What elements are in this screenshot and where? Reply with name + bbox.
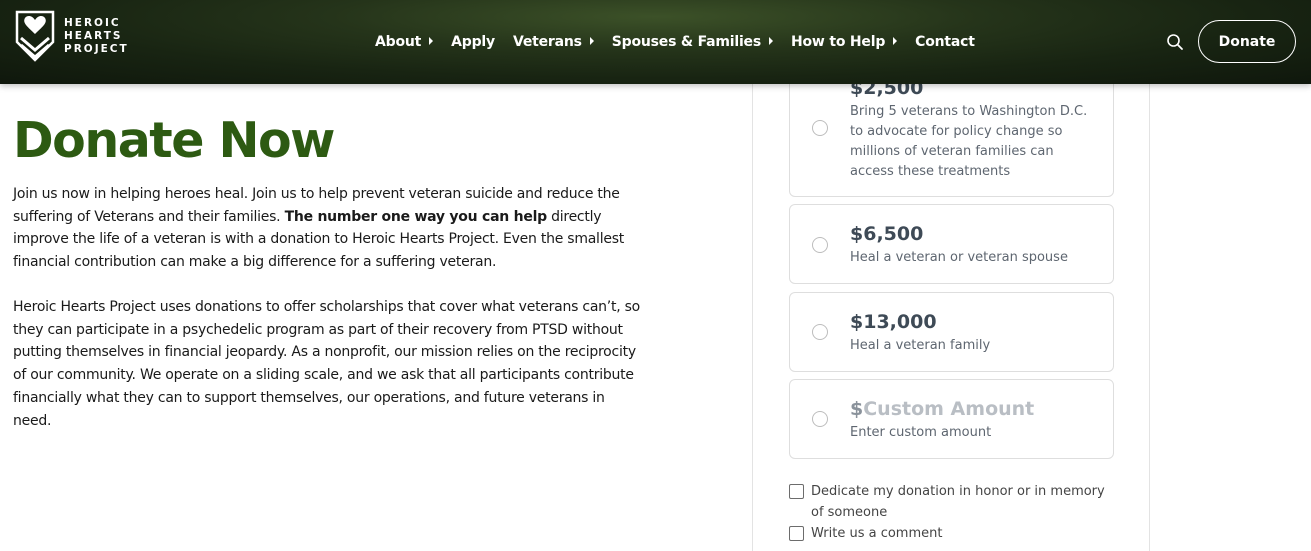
site-header: HEROIC HEARTS PROJECT About Apply Vetera… bbox=[0, 0, 1311, 84]
nav-item-label: Contact bbox=[915, 34, 975, 50]
heart-shield-logo-icon bbox=[15, 10, 55, 62]
nav-item-label: Apply bbox=[451, 34, 495, 50]
option-description: Bring 5 veterans to Washington D.C. to a… bbox=[850, 104, 1088, 179]
comment-checkbox[interactable] bbox=[789, 526, 804, 541]
caret-right-icon bbox=[768, 36, 773, 45]
intro-bold-text: The number one way you can help bbox=[284, 208, 548, 225]
nav-item-label: Veterans bbox=[512, 34, 582, 50]
radio-button[interactable] bbox=[812, 324, 828, 340]
caret-right-icon bbox=[893, 36, 898, 45]
nav-item-label: About bbox=[375, 34, 422, 50]
option-description: Heal a veteran or veteran spouse bbox=[850, 250, 1068, 265]
currency-symbol: $ bbox=[850, 398, 864, 420]
comment-label[interactable]: Write us a comment bbox=[811, 523, 942, 544]
dedicate-label[interactable]: Dedicate my donation in honor or in memo… bbox=[811, 481, 1109, 523]
intro-paragraph: Join us now in helping heroes heal. Join… bbox=[13, 183, 643, 274]
option-description: Enter custom amount bbox=[850, 425, 992, 440]
radio-button[interactable] bbox=[812, 411, 828, 427]
nav-item-contact[interactable]: Contact bbox=[915, 34, 975, 50]
nav-item-how-to-help[interactable]: How to Help bbox=[790, 34, 898, 50]
page-title: Donate Now bbox=[13, 112, 335, 169]
search-icon[interactable] bbox=[1166, 33, 1184, 51]
main-nav: About Apply Veterans Spouses & Families … bbox=[375, 0, 993, 84]
custom-amount-placeholder: Custom Amount bbox=[863, 398, 1035, 420]
donation-option-13000[interactable]: $13,000 Heal a veteran family bbox=[789, 292, 1114, 372]
custom-amount-input[interactable]: $Custom Amount bbox=[850, 398, 1034, 420]
nav-item-about[interactable]: About bbox=[375, 34, 434, 50]
caret-right-icon bbox=[589, 36, 594, 45]
nav-item-label: Spouses & Families bbox=[611, 34, 761, 50]
logo-line: HEROIC bbox=[64, 16, 121, 29]
nav-item-apply[interactable]: Apply bbox=[451, 34, 495, 50]
radio-button[interactable] bbox=[812, 237, 828, 253]
nav-item-veterans[interactable]: Veterans bbox=[513, 34, 594, 50]
logo-wordmark: HEROIC HEARTS PROJECT bbox=[64, 17, 129, 56]
option-amount: $13,000 bbox=[850, 311, 937, 333]
donation-option-custom[interactable]: $Custom Amount Enter custom amount bbox=[789, 379, 1114, 459]
logo-line: HEARTS bbox=[64, 29, 123, 42]
logo-line: PROJECT bbox=[64, 42, 129, 55]
logo[interactable]: HEROIC HEARTS PROJECT bbox=[14, 8, 129, 64]
donation-option-6500[interactable]: $6,500 Heal a veteran or veteran spouse bbox=[789, 204, 1114, 284]
dedicate-checkbox[interactable] bbox=[789, 484, 804, 499]
caret-right-icon bbox=[429, 36, 434, 45]
option-amount: $6,500 bbox=[850, 223, 924, 245]
nav-item-label: How to Help bbox=[790, 34, 886, 50]
comment-row: Write us a comment bbox=[789, 523, 1109, 544]
option-description: Heal a veteran family bbox=[850, 338, 991, 353]
donate-button[interactable]: Donate bbox=[1198, 20, 1296, 63]
dedicate-row: Dedicate my donation in honor or in memo… bbox=[789, 481, 1109, 523]
nav-item-spouses-families[interactable]: Spouses & Families bbox=[612, 34, 773, 50]
radio-button[interactable] bbox=[812, 120, 828, 136]
scholarship-paragraph: Heroic Hearts Project uses donations to … bbox=[13, 299, 640, 429]
